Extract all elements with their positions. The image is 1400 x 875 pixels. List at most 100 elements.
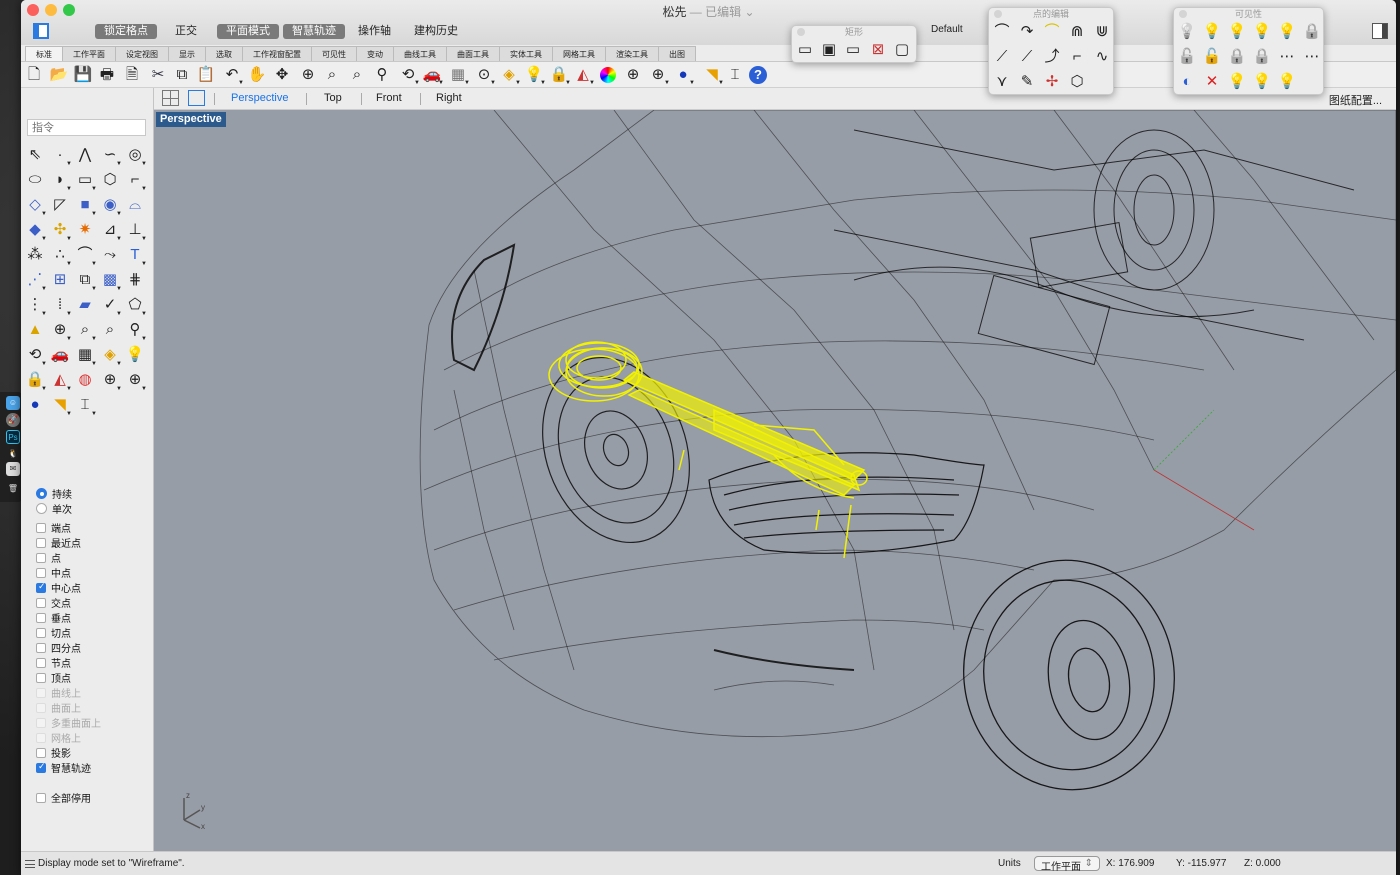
box-tool-icon[interactable]: ■ ▼	[74, 194, 97, 217]
cylinder-cut-tool-icon[interactable]: ⌓	[124, 194, 146, 216]
zoom-plus-tool-icon[interactable]: ⊕ ▼	[49, 319, 72, 342]
tab-transform[interactable]: 变动	[356, 46, 394, 61]
radio-button[interactable]	[36, 488, 47, 499]
import-icon[interactable]: 🗎	[122, 65, 142, 85]
osnap-checkbox-row[interactable]: 垂点	[36, 610, 71, 625]
rotate-camera-tool-icon[interactable]: ⟲ ▼	[24, 344, 47, 367]
properties-shapes-icon[interactable]: ◈ ▼	[499, 65, 521, 86]
paste-icon[interactable]: 📋	[196, 65, 216, 85]
light-bulb-icon[interactable]: 💡 ▼	[524, 65, 546, 86]
rotate-camera-icon[interactable]: ⟲ ▼	[398, 65, 420, 86]
rect-3point-icon[interactable]: ▭	[842, 39, 864, 61]
render-ball-icon[interactable]: ● ▼	[673, 65, 695, 86]
rect-vertical-icon[interactable]: ⊠	[867, 39, 889, 61]
sphere-grid-icon[interactable]: ⊕ ▼	[648, 65, 670, 86]
rect-corner-icon[interactable]: ▭	[794, 39, 816, 61]
zoom-in-out-icon[interactable]: ⊕	[298, 65, 318, 85]
fillet-tool-icon[interactable]: ⌐ ▼	[124, 169, 147, 192]
boolean-spheres-tool-icon[interactable]: ◉ ▼	[99, 194, 122, 217]
zoom-extents-icon[interactable]: ⌕	[347, 65, 367, 85]
camera-tool-icon[interactable]: ◥ ▼	[49, 394, 72, 417]
zoom-selected-icon[interactable]: ⚲	[372, 65, 392, 85]
lock-tool-icon[interactable]: 🔒 ▼	[24, 369, 47, 392]
swap-visibility-icon[interactable]: 💡	[1276, 21, 1298, 43]
show-selected-icon[interactable]: 💡	[1226, 21, 1248, 43]
app-icon[interactable]: ✉	[6, 462, 20, 476]
tab-surface-tools[interactable]: 曲面工具	[446, 46, 500, 61]
single-viewport-icon[interactable]	[188, 90, 205, 106]
named-car-tool-icon[interactable]: 🚗	[49, 344, 71, 366]
tab-display[interactable]: 显示	[168, 46, 206, 61]
history-toggle[interactable]: 建构历史	[405, 24, 467, 39]
control-polygon-icon[interactable]: ∿	[1091, 46, 1113, 68]
qq-icon[interactable]: 🐧	[6, 447, 20, 461]
explode-tool-icon[interactable]: ✷	[74, 219, 96, 241]
rectangle-tool-icon[interactable]: ▭ ▼	[74, 169, 97, 192]
osnap-checkbox-row[interactable]: 四分点	[36, 640, 81, 655]
checkbox[interactable]	[36, 627, 46, 638]
split-tool-icon[interactable]: ⊥ ▼	[124, 219, 147, 242]
tab-standard[interactable]: 标准	[25, 46, 63, 61]
ortho-toggle[interactable]: 正交	[166, 24, 206, 39]
edit-curve-icon[interactable]: ↷	[1016, 21, 1038, 43]
array-tool-icon[interactable]: ⋰ ▼	[24, 269, 48, 292]
soft-edit-icon[interactable]: ⋎	[991, 71, 1013, 93]
sphere-wire-icon[interactable]: ⊕	[623, 65, 643, 85]
help-icon[interactable]: ?	[749, 66, 767, 84]
insert-kink-icon[interactable]: ⤴	[1041, 46, 1063, 68]
unisolate-icon[interactable]: ✕	[1201, 71, 1223, 93]
checkbox[interactable]	[36, 612, 46, 623]
show-points-icon[interactable]: ⋯	[1301, 46, 1323, 68]
text-tool-icon[interactable]: T ▼	[124, 244, 147, 267]
sphere-tool-icon[interactable]: ⊕ ▼	[99, 369, 122, 392]
array-dots-tool-icon[interactable]: ⋮ ▼	[24, 294, 48, 317]
units-label[interactable]: Units	[998, 858, 1021, 869]
show-bulb-1-icon[interactable]: 💡	[1226, 71, 1248, 93]
tab-render-tools[interactable]: 渲染工具	[605, 46, 659, 61]
perspective-viewport[interactable]: Perspective z y x	[154, 110, 1396, 851]
show-bulb-2-icon[interactable]: 💡	[1251, 71, 1273, 93]
palette-close-button[interactable]	[1179, 10, 1187, 18]
toggle-sidebar-button[interactable]	[33, 23, 49, 39]
camera-cone-icon[interactable]: ◥ ▼	[702, 65, 724, 86]
tab-viewport-layout[interactable]: 工作视窗配置	[242, 46, 312, 61]
unlock-selected-icon[interactable]: 🔓	[1201, 46, 1223, 68]
osnap-checkbox-row[interactable]: 节点	[36, 655, 71, 670]
show-icon[interactable]: 💡	[1201, 21, 1223, 43]
launchpad-icon[interactable]: 🚀	[6, 413, 20, 427]
checkbox[interactable]	[36, 597, 46, 608]
block-tool-icon[interactable]: ▩ ▼	[99, 269, 122, 292]
osnap-checkbox-row[interactable]: 中点	[36, 565, 71, 580]
radio-button[interactable]	[36, 503, 47, 514]
pick-point-icon[interactable]: ✎	[1016, 71, 1038, 93]
checkbox[interactable]	[36, 537, 46, 548]
checkbox[interactable]	[36, 642, 46, 653]
layer-tool-icon[interactable]: ◭ ▼	[49, 369, 72, 392]
polyline-tool-icon[interactable]: ⋀	[74, 144, 96, 166]
osnap-checkbox-row[interactable]: 切点	[36, 625, 71, 640]
trim-tool-icon[interactable]: ⊿ ▼	[99, 219, 122, 242]
circle-tool-icon[interactable]: ◎ ▼	[124, 144, 147, 167]
save-icon[interactable]: 💾	[73, 65, 93, 85]
rect-center-icon[interactable]: ▣	[818, 39, 840, 61]
dimension-icon[interactable]: ⌶	[725, 65, 745, 85]
point-tool-icon[interactable]: · ▼	[49, 144, 73, 167]
fillet-edge-tool-icon[interactable]: ⋕	[124, 269, 146, 291]
tab-select[interactable]: 选取	[205, 46, 243, 61]
layout-settings-button[interactable]: 图纸配置...	[1329, 92, 1382, 108]
checkbox[interactable]	[36, 581, 46, 593]
blue-sphere-tool-icon[interactable]: ●	[24, 394, 46, 416]
lock-swap-icon[interactable]: 🔒	[1226, 46, 1248, 68]
puzzle-tool-icon[interactable]: ✣ ▼	[49, 219, 72, 242]
smarttrack-toggle[interactable]: 智慧轨迹	[283, 24, 345, 39]
color-wheel-icon[interactable]	[600, 67, 616, 83]
pyramid-tool-icon[interactable]: ▲	[24, 319, 46, 341]
color-wheel-tool-icon[interactable]: ◍	[74, 369, 96, 391]
remove-knot-icon[interactable]: ⟋	[1016, 46, 1038, 68]
osnap-checkbox-row[interactable]: 顶点	[36, 670, 71, 685]
viewport-label[interactable]: Perspective	[156, 112, 226, 127]
pan-hand-icon[interactable]: ✋	[247, 65, 267, 85]
cut-icon[interactable]: ✂	[148, 65, 168, 85]
sphere-grid-tool-icon[interactable]: ⊕ ▼	[124, 369, 147, 392]
ungroup-tool-icon[interactable]: ∴ ▼	[49, 244, 72, 267]
